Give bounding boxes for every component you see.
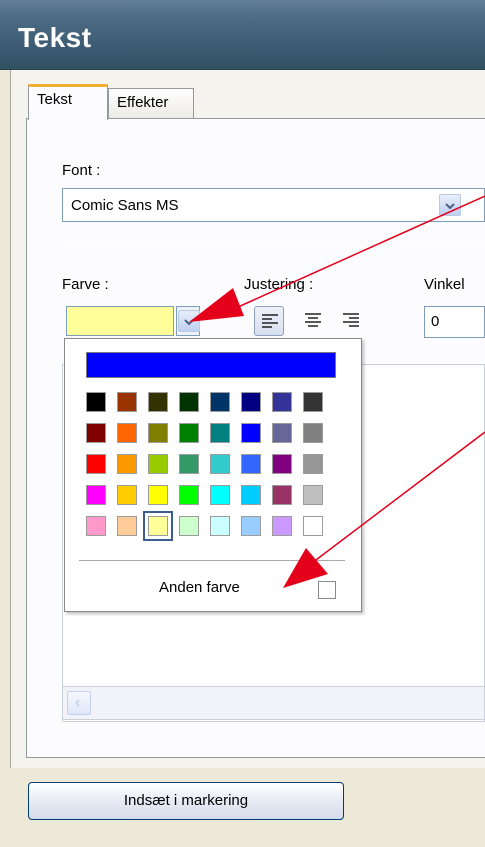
color-swatch[interactable]	[210, 392, 230, 412]
font-value: Comic Sans MS	[71, 197, 179, 214]
font-select[interactable]: Comic Sans MS	[62, 188, 485, 222]
font-dropdown-button[interactable]	[439, 194, 461, 216]
color-dropdown[interactable]	[176, 306, 200, 336]
color-swatch[interactable]	[148, 392, 168, 412]
color-swatch[interactable]	[117, 454, 137, 474]
color-swatch[interactable]	[117, 516, 137, 536]
tekst-window: Tekst Tekst Effekter Font : Comic Sans M…	[0, 0, 485, 847]
font-label: Font :	[62, 162, 101, 179]
color-label: Farve :	[62, 276, 109, 293]
align-right-button[interactable]	[336, 306, 366, 336]
align-center-button[interactable]	[298, 306, 328, 336]
other-color-label[interactable]: Anden farve	[159, 579, 240, 596]
scroll-left-button[interactable]: ‹	[67, 691, 91, 715]
color-swatch[interactable]	[148, 454, 168, 474]
color-swatch[interactable]	[272, 485, 292, 505]
color-swatch[interactable]	[179, 454, 199, 474]
color-swatch[interactable]	[86, 454, 106, 474]
color-swatch[interactable]	[179, 392, 199, 412]
color-swatch[interactable]	[117, 392, 137, 412]
tab-effekter[interactable]: Effekter	[108, 88, 194, 118]
angle-input[interactable]: 0	[424, 306, 485, 338]
color-swatch[interactable]	[179, 516, 199, 536]
color-swatch-current[interactable]	[86, 352, 336, 378]
color-swatch[interactable]	[303, 392, 323, 412]
color-swatch[interactable]	[272, 423, 292, 443]
color-swatch[interactable]	[148, 485, 168, 505]
color-swatch[interactable]	[86, 392, 106, 412]
color-swatch[interactable]	[86, 485, 106, 505]
color-swatch[interactable]	[241, 516, 261, 536]
align-center-icon	[305, 313, 321, 327]
window-title: Tekst	[18, 22, 92, 53]
align-left-icon	[262, 314, 278, 328]
color-swatch[interactable]	[241, 423, 261, 443]
angle-value: 0	[431, 313, 440, 330]
color-swatch[interactable]	[303, 485, 323, 505]
alignment-label: Justering :	[244, 276, 314, 293]
color-swatch[interactable]	[241, 392, 261, 412]
color-swatch[interactable]	[179, 485, 199, 505]
color-swatch[interactable]	[210, 516, 230, 536]
align-right-icon	[343, 313, 359, 327]
color-swatch[interactable]	[148, 423, 168, 443]
color-swatch[interactable]	[117, 423, 137, 443]
color-swatch[interactable]	[86, 516, 106, 536]
color-swatch[interactable]	[303, 516, 323, 536]
divider	[62, 246, 485, 247]
title-bar: Tekst	[0, 0, 485, 70]
color-swatch[interactable]	[210, 485, 230, 505]
chevron-down-icon	[184, 319, 194, 325]
color-swatch[interactable]	[210, 423, 230, 443]
color-picker-popup: Anden farve	[64, 338, 362, 612]
color-swatch[interactable]	[210, 454, 230, 474]
tab-tekst[interactable]: Tekst	[28, 84, 108, 120]
color-swatch[interactable]	[272, 454, 292, 474]
color-swatch[interactable]	[272, 516, 292, 536]
selected-color-swatch[interactable]	[66, 306, 174, 336]
color-swatch[interactable]	[241, 454, 261, 474]
horizontal-scrollbar[interactable]: ‹	[62, 686, 485, 720]
color-swatch[interactable]	[241, 485, 261, 505]
other-color-swatch[interactable]	[318, 581, 336, 599]
color-swatch[interactable]	[303, 454, 323, 474]
color-dropdown-button[interactable]	[178, 310, 200, 332]
chevron-left-icon: ‹	[75, 694, 81, 711]
divider	[79, 560, 345, 561]
color-swatch[interactable]	[86, 423, 106, 443]
color-swatch[interactable]	[179, 423, 199, 443]
color-swatch[interactable]	[303, 423, 323, 443]
chevron-down-icon	[445, 203, 455, 209]
color-swatch[interactable]	[143, 511, 173, 541]
angle-label: Vinkel	[424, 276, 465, 293]
color-swatch[interactable]	[117, 485, 137, 505]
align-left-button[interactable]	[254, 306, 284, 336]
color-swatch[interactable]	[272, 392, 292, 412]
insert-in-selection-button[interactable]: Indsæt i markering	[28, 782, 344, 820]
